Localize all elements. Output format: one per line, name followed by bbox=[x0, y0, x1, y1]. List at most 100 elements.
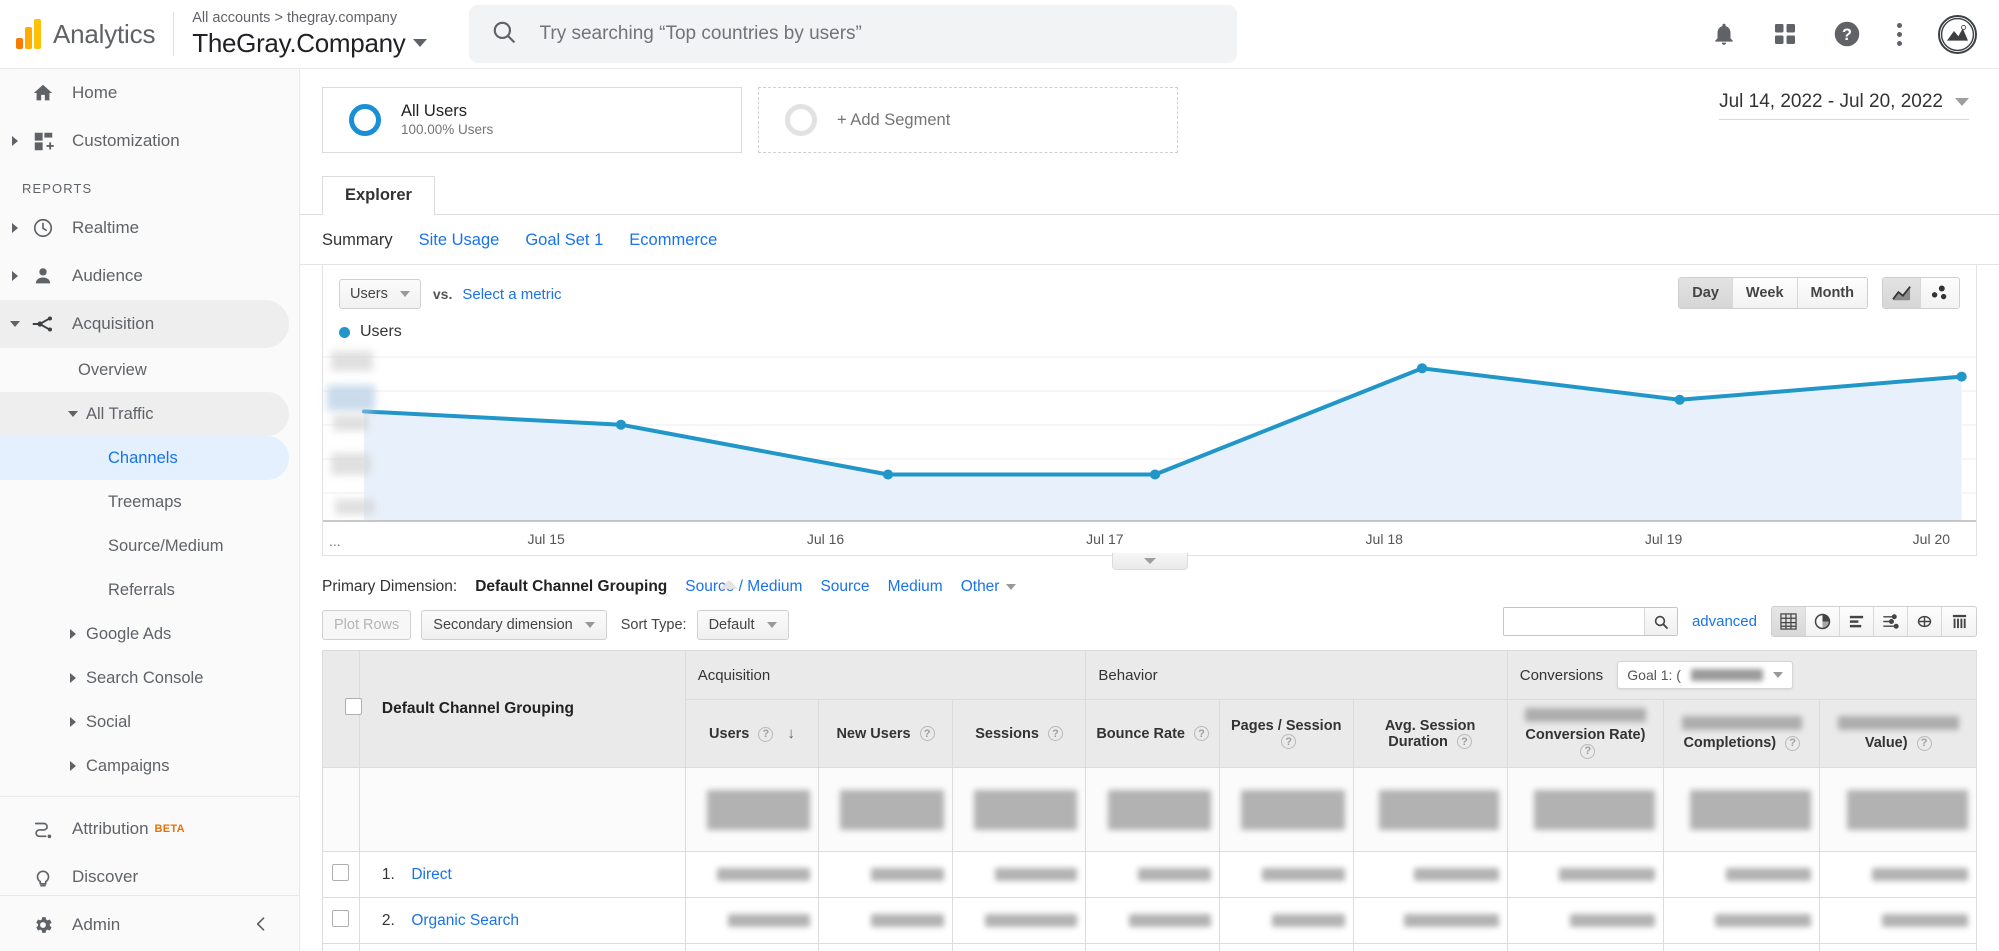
help-icon[interactable]: ? bbox=[1194, 726, 1209, 741]
granularity-day[interactable]: Day bbox=[1679, 278, 1733, 308]
sidebar-item-realtime[interactable]: Realtime bbox=[0, 204, 299, 252]
account-avatar[interactable] bbox=[1938, 15, 1977, 54]
chart-data-point[interactable] bbox=[616, 420, 626, 430]
tab-explorer[interactable]: Explorer bbox=[322, 176, 435, 215]
help-icon[interactable]: ? bbox=[1785, 736, 1800, 751]
sort-type-select[interactable]: Default bbox=[697, 610, 789, 640]
sidebar-item-audience[interactable]: Audience bbox=[0, 252, 299, 300]
sidebar-item-attribution[interactable]: Attribution BETA bbox=[0, 805, 299, 853]
chevron-down-icon[interactable] bbox=[413, 39, 427, 47]
expand-arrow-icon[interactable] bbox=[70, 717, 76, 727]
dimension-column-header[interactable]: Default Channel Grouping bbox=[359, 651, 685, 768]
chart-data-point[interactable] bbox=[1417, 363, 1427, 373]
column-header-completions[interactable]: Completions) ? bbox=[1664, 700, 1820, 768]
sidebar-item-discover[interactable]: Discover bbox=[0, 853, 299, 901]
expand-arrow-icon[interactable] bbox=[4, 136, 26, 146]
chart-data-point[interactable] bbox=[883, 470, 893, 480]
help-icon[interactable]: ? bbox=[1580, 744, 1595, 759]
date-range-picker[interactable]: Jul 14, 2022 - Jul 20, 2022 bbox=[1719, 91, 1969, 120]
expand-arrow-icon[interactable] bbox=[4, 271, 26, 281]
sidebar-collapse-button[interactable] bbox=[0, 895, 299, 951]
sidebar-item-social[interactable]: Social bbox=[0, 700, 299, 744]
help-icon[interactable]: ? bbox=[758, 727, 773, 742]
table-view-icon[interactable] bbox=[1772, 607, 1806, 636]
help-icon[interactable]: ? bbox=[1457, 734, 1472, 749]
tab-site-usage[interactable]: Site Usage bbox=[419, 231, 500, 250]
column-header-conversion-rate[interactable]: Conversion Rate) ? bbox=[1507, 700, 1663, 768]
add-segment-button[interactable]: + Add Segment bbox=[758, 87, 1178, 153]
sidebar-item-overview[interactable]: Overview bbox=[0, 348, 299, 392]
line-chart-icon[interactable] bbox=[1883, 278, 1921, 308]
comparison-view-icon[interactable] bbox=[1908, 607, 1942, 636]
row-link[interactable]: Direct bbox=[411, 866, 451, 883]
sidebar-item-all-traffic[interactable]: All Traffic bbox=[0, 392, 289, 436]
help-icon[interactable]: ? bbox=[1281, 734, 1296, 749]
bar-view-icon[interactable] bbox=[1840, 607, 1874, 636]
expand-arrow-icon[interactable] bbox=[4, 223, 26, 233]
collapse-arrow-icon[interactable] bbox=[4, 321, 26, 327]
sidebar-item-customization[interactable]: Customization bbox=[0, 117, 299, 165]
column-header-value[interactable]: Value) ? bbox=[1820, 700, 1977, 768]
column-header-bounce-rate[interactable]: Bounce Rate ? bbox=[1086, 700, 1220, 768]
users-line-chart[interactable] bbox=[323, 349, 1976, 529]
column-header-pages-session[interactable]: Pages / Session ? bbox=[1219, 700, 1353, 768]
account-selector[interactable]: All accounts > thegray.company TheGray.C… bbox=[192, 9, 427, 59]
scatter-chart-icon[interactable] bbox=[1921, 278, 1959, 308]
granularity-month[interactable]: Month bbox=[1798, 278, 1867, 308]
table-search[interactable] bbox=[1503, 607, 1678, 636]
chart-data-point[interactable] bbox=[1956, 372, 1966, 382]
select-all-checkbox[interactable] bbox=[345, 698, 362, 715]
chart-collapse-handle[interactable] bbox=[1112, 553, 1188, 570]
performance-view-icon[interactable] bbox=[1874, 607, 1908, 636]
help-icon[interactable]: ? bbox=[1917, 736, 1932, 751]
table-row[interactable]: 2. Organic Search bbox=[323, 898, 1977, 944]
pie-view-icon[interactable] bbox=[1806, 607, 1840, 636]
chart-data-point[interactable] bbox=[1150, 470, 1160, 480]
sidebar-item-google-ads[interactable]: Google Ads bbox=[0, 612, 299, 656]
help-icon[interactable]: ? bbox=[1048, 726, 1063, 741]
table-row[interactable]: 3. Email bbox=[323, 944, 1977, 951]
sidebar-item-home[interactable]: Home bbox=[0, 69, 299, 117]
table-search-input[interactable] bbox=[1504, 608, 1644, 635]
column-header-new-users[interactable]: New Users ? bbox=[819, 700, 953, 768]
pivot-view-icon[interactable] bbox=[1942, 607, 1976, 636]
help-icon[interactable]: ? bbox=[920, 726, 935, 741]
collapse-arrow-icon[interactable] bbox=[68, 411, 78, 417]
sidebar-item-channels[interactable]: Channels bbox=[0, 436, 289, 480]
kebab-menu-icon[interactable] bbox=[1897, 23, 1902, 46]
dimension-source[interactable]: Source bbox=[820, 578, 869, 596]
dimension-source-medium[interactable]: Source / Medium bbox=[685, 578, 802, 596]
row-link[interactable]: Organic Search bbox=[411, 912, 519, 929]
sidebar-item-source-medium[interactable]: Source/Medium bbox=[0, 524, 299, 568]
column-header-avg-session-duration[interactable]: Avg. Session Duration ? bbox=[1353, 700, 1507, 768]
search-icon[interactable] bbox=[1644, 608, 1677, 635]
column-header-sessions[interactable]: Sessions ? bbox=[952, 700, 1086, 768]
sidebar-item-acquisition[interactable]: Acquisition bbox=[0, 300, 289, 348]
advanced-filter-link[interactable]: advanced bbox=[1692, 613, 1757, 630]
goal-selector[interactable]: Goal 1: ( bbox=[1617, 661, 1793, 689]
row-checkbox[interactable] bbox=[332, 910, 349, 927]
granularity-week[interactable]: Week bbox=[1733, 278, 1798, 308]
select-a-metric-link[interactable]: Select a metric bbox=[462, 286, 561, 303]
help-icon[interactable]: ? bbox=[1833, 20, 1861, 48]
segment-all-users[interactable]: All Users 100.00% Users bbox=[322, 87, 742, 153]
sidebar-item-search-console[interactable]: Search Console bbox=[0, 656, 299, 700]
sidebar-item-treemaps[interactable]: Treemaps bbox=[0, 480, 299, 524]
secondary-dimension-button[interactable]: Secondary dimension bbox=[421, 610, 606, 640]
bell-icon[interactable] bbox=[1711, 21, 1737, 47]
tab-ecommerce[interactable]: Ecommerce bbox=[629, 231, 717, 250]
expand-arrow-icon[interactable] bbox=[70, 629, 76, 639]
global-search-input[interactable]: Try searching “Top countries by users” bbox=[469, 5, 1237, 63]
row-checkbox[interactable] bbox=[332, 864, 349, 881]
dimension-other[interactable]: Other bbox=[961, 578, 1017, 596]
table-row[interactable]: 1. Direct bbox=[323, 852, 1977, 898]
dimension-medium[interactable]: Medium bbox=[888, 578, 943, 596]
tab-summary[interactable]: Summary bbox=[322, 231, 393, 250]
column-header-users[interactable]: Users ? ↓ bbox=[685, 700, 819, 768]
chart-data-point[interactable] bbox=[1675, 395, 1685, 405]
apps-grid-icon[interactable] bbox=[1773, 22, 1797, 46]
expand-arrow-icon[interactable] bbox=[70, 761, 76, 771]
expand-arrow-icon[interactable] bbox=[70, 673, 76, 683]
plot-rows-button[interactable]: Plot Rows bbox=[322, 610, 411, 640]
sidebar-item-referrals[interactable]: Referrals bbox=[0, 568, 299, 612]
